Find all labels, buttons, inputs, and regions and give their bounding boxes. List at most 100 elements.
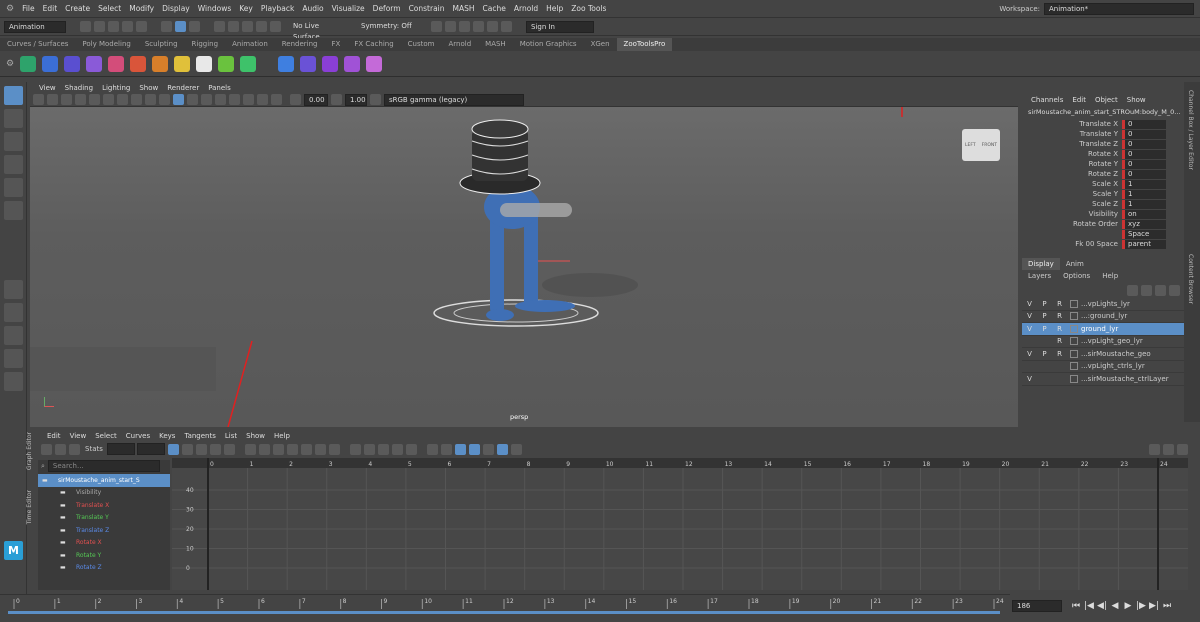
channel-value[interactable]: 1 — [1122, 199, 1166, 209]
outliner-item[interactable]: ▬ Translate Y — [38, 512, 170, 525]
channel-value[interactable]: 0 — [1122, 159, 1166, 169]
viewport-menu-panels[interactable]: Panels — [208, 84, 231, 92]
new-scene-icon[interactable] — [80, 21, 91, 32]
shelf-tool-6-icon[interactable] — [130, 55, 147, 72]
render-icon[interactable] — [431, 21, 442, 32]
outliner-item[interactable]: ▬ sirMoustache_anim_start_S — [38, 474, 170, 487]
menu-constrain[interactable]: Constrain — [409, 4, 445, 13]
new-layer-icon[interactable] — [1155, 284, 1166, 296]
select-tool-icon[interactable] — [4, 86, 23, 105]
wireframe-icon[interactable] — [159, 94, 170, 105]
channel-row[interactable]: Rotate Y 0 — [1022, 159, 1184, 169]
undo-icon[interactable] — [122, 21, 133, 32]
snap-grid-icon[interactable] — [214, 21, 225, 32]
field-chart-icon[interactable] — [131, 94, 142, 105]
save-scene-icon[interactable] — [108, 21, 119, 32]
menu-display[interactable]: Display — [162, 4, 190, 13]
channel-row[interactable]: Rotate Z 0 — [1022, 169, 1184, 179]
channel-row[interactable]: Scale Z 1 — [1022, 199, 1184, 209]
menu-help[interactable]: Help — [546, 4, 563, 13]
layer-color-swatch-icon[interactable] — [1070, 362, 1078, 371]
layer-visibility-toggle[interactable]: V — [1022, 350, 1037, 358]
maya-logo-icon[interactable]: M — [4, 541, 23, 560]
playback-button-8-icon[interactable]: ⏭ — [1162, 601, 1172, 611]
snap-times-icon[interactable] — [496, 443, 508, 455]
channel-value[interactable]: parent — [1122, 239, 1166, 249]
auto-tangent-icon[interactable] — [244, 443, 256, 455]
layer-visibility-toggle[interactable]: V — [1022, 300, 1037, 308]
menu-arnold[interactable]: Arnold — [514, 4, 538, 13]
render-settings-icon[interactable] — [459, 21, 470, 32]
layer-row[interactable]: V ...sirMoustache_ctrlLayer — [1022, 373, 1184, 386]
unify-tangents-icon[interactable] — [377, 443, 389, 455]
channel-row[interactable]: Translate X 0 — [1022, 119, 1184, 129]
outliner-item[interactable]: ▬ Visibility — [38, 487, 170, 500]
graph-menu-list[interactable]: List — [225, 432, 237, 440]
channel-menu-channels[interactable]: Channels — [1031, 96, 1063, 104]
outliner-item[interactable]: ▬ Rotate Z — [38, 562, 170, 575]
new-layer-selected-icon[interactable] — [1169, 284, 1180, 296]
menu-audio[interactable]: Audio — [302, 4, 323, 13]
outliner-item[interactable]: ▬ Translate X — [38, 499, 170, 512]
channel-value[interactable]: 0 — [1122, 169, 1166, 179]
xray-joints-icon[interactable] — [271, 94, 282, 105]
shelf-tool-14-icon[interactable] — [322, 55, 339, 72]
channel-row[interactable]: Scale X 1 — [1022, 179, 1184, 189]
lights-icon[interactable] — [201, 94, 212, 105]
shelf-tab-animation[interactable]: Animation — [225, 38, 275, 51]
graph-editor-side-label[interactable]: Graph Editor — [26, 432, 33, 470]
channel-menu-object[interactable]: Object — [1095, 96, 1118, 104]
layer-color-swatch-icon[interactable] — [1070, 312, 1078, 321]
shelf-tool-2-icon[interactable] — [42, 55, 59, 72]
shelf-tool-12-icon[interactable] — [278, 55, 295, 72]
menu-modify[interactable]: Modify — [129, 4, 154, 13]
select-hierarchy-icon[interactable] — [161, 21, 172, 32]
isolate-select-icon[interactable] — [243, 94, 254, 105]
select-component-icon[interactable] — [189, 21, 200, 32]
view-cube[interactable]: LEFT FRONT — [962, 129, 1000, 161]
redo-icon[interactable] — [136, 21, 147, 32]
lock-weight-icon[interactable] — [405, 443, 417, 455]
image-plane-icon[interactable] — [61, 94, 72, 105]
hypershade-icon[interactable] — [473, 21, 484, 32]
channel-row[interactable]: Rotate X 0 — [1022, 149, 1184, 159]
menu-edit[interactable]: Edit — [43, 4, 58, 13]
menu-mash[interactable]: MASH — [453, 4, 475, 13]
layer-visibility-toggle[interactable]: V — [1022, 325, 1037, 333]
move-key-icon[interactable] — [41, 443, 52, 455]
film-gate-icon[interactable] — [89, 94, 100, 105]
layer-color-swatch-icon[interactable] — [1070, 337, 1078, 346]
layout-two-icon[interactable] — [4, 326, 23, 345]
channel-value[interactable]: 1 — [1122, 179, 1166, 189]
layer-up-icon[interactable] — [1127, 284, 1138, 296]
scale-tool-icon[interactable] — [4, 201, 23, 220]
textured-icon[interactable] — [187, 94, 198, 105]
perspective-viewport[interactable]: LEFT FRONT persp — [30, 107, 1018, 427]
exposure-icon[interactable] — [290, 94, 301, 105]
frame-playback-icon[interactable] — [209, 443, 221, 455]
channel-value[interactable]: 0 — [1122, 119, 1166, 129]
spline-tangent-icon[interactable] — [258, 443, 270, 455]
view-cube-left[interactable]: LEFT — [965, 143, 976, 148]
layer-visibility-toggle[interactable]: V — [1022, 312, 1037, 320]
live-surface-field[interactable]: No Live Surface — [289, 20, 351, 41]
channel-row[interactable]: Space — [1022, 229, 1184, 239]
snap-values-icon[interactable] — [510, 443, 522, 455]
menu-windows[interactable]: Windows — [198, 4, 231, 13]
insert-key-icon[interactable] — [55, 443, 66, 455]
layer-row[interactable]: V P R ...:ground_lyr — [1022, 311, 1184, 323]
move-tool-icon[interactable] — [4, 155, 23, 174]
layer-visibility-toggle[interactable]: V — [1022, 375, 1037, 383]
snap-curve-icon[interactable] — [228, 21, 239, 32]
paint-select-icon[interactable] — [4, 132, 23, 151]
playback-button-3-icon[interactable]: ◀| — [1097, 601, 1107, 611]
shelf-tool-1-icon[interactable] — [20, 55, 37, 72]
mode-dropdown[interactable]: Animation — [4, 20, 66, 33]
channel-box-object[interactable]: sirMoustache_anim_start_STROuM:body_M_0.… — [1022, 108, 1184, 119]
playback-button-2-icon[interactable]: |◀ — [1084, 601, 1094, 611]
menu-key[interactable]: Key — [239, 4, 253, 13]
gamma-field[interactable]: 1.00 — [345, 93, 367, 106]
layer-reference-toggle[interactable]: R — [1052, 300, 1067, 308]
layer-menu-options[interactable]: Options — [1057, 270, 1096, 282]
shelf-tool-8-icon[interactable] — [174, 55, 191, 72]
